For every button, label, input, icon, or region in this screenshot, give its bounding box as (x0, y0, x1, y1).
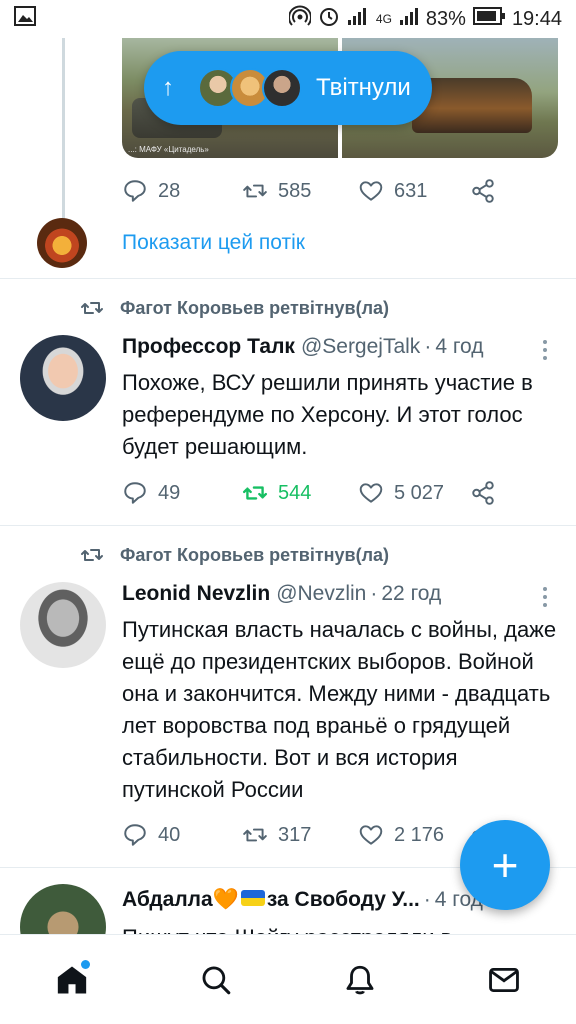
reply-icon (124, 180, 146, 202)
tweet-header: Абдалла 🧡 за Свободу У... · 4 год (122, 888, 483, 912)
retweet-count: 544 (278, 481, 312, 504)
reply-button[interactable]: 40 (122, 822, 242, 848)
nav-messages[interactable] (474, 950, 534, 1010)
battery-icon (472, 7, 505, 31)
like-icon (359, 483, 383, 503)
tweet-actions: 40 317 2 176 (122, 822, 496, 848)
show-thread-link[interactable]: Показати цей потік (122, 231, 305, 255)
heart-emoji: 🧡 (212, 888, 239, 911)
author-name[interactable]: Профессор Талк (122, 335, 295, 359)
notifications-icon (346, 965, 374, 994)
timeline-feed[interactable]: ...: МАФУ «Цитадель» ↑ Твітнули 28 585 6… (0, 38, 576, 934)
retweeted-by: Фагот Коровьев ретвітнув(ла) (80, 296, 389, 320)
alarm-icon (318, 5, 340, 33)
reply-button[interactable]: 49 (122, 480, 242, 506)
author-handle[interactable]: @SergejTalk (301, 335, 420, 359)
wifi-hotspot-icon (287, 5, 312, 33)
status-bar: 4G 83% 19:44 (0, 0, 576, 38)
arrow-up-icon: ↑ (162, 74, 174, 101)
author-name[interactable]: Leonid Nevzlin (122, 582, 270, 606)
bottom-navigation (0, 934, 576, 1024)
retweet-count: 585 (278, 179, 312, 202)
tweet-actions: 28 585 631 (122, 178, 496, 204)
tweet-actions: 49 544 5 027 (122, 480, 496, 506)
like-button[interactable]: 2 176 (358, 822, 470, 848)
like-icon (359, 825, 383, 845)
author-handle[interactable]: @Nevzlin (276, 582, 366, 606)
avatar[interactable] (20, 884, 106, 934)
separator-dot: · (370, 582, 378, 605)
media-caption: ...: МАФУ «Цитадель» (128, 145, 209, 154)
separator-dot: · (424, 335, 432, 358)
reply-count: 28 (158, 179, 181, 202)
signal-icon (399, 6, 419, 32)
share-icon (472, 481, 494, 505)
signal-icon (347, 6, 369, 32)
tweet[interactable]: Фагот Коровьев ретвітнув(ла) Leonid Nevz… (0, 526, 576, 866)
retweet-icon (81, 549, 103, 561)
reply-icon (124, 824, 146, 846)
retweeted-by-label: Фагот Коровьев ретвітнув(ла) (120, 297, 390, 318)
avatar (262, 68, 302, 108)
tweet-header: Leonid Nevzlin @Nevzlin · 22 год (122, 582, 441, 606)
retweet-icon (242, 486, 268, 500)
reply-button[interactable]: 28 (122, 178, 242, 204)
retweeted-by-label: Фагот Коровьев ретвітнув(ла) (120, 544, 390, 565)
author-name[interactable]: Абдалла (122, 888, 213, 912)
retweeted-by: Фагот Коровьев ретвітнув(ла) (80, 543, 389, 567)
retweet-button[interactable]: 585 (242, 178, 358, 204)
reply-icon (124, 482, 146, 504)
network-type: 4G (375, 12, 392, 26)
thread-connector-line (62, 38, 65, 218)
new-content-dot (81, 959, 90, 969)
retweet-button[interactable]: 544 (242, 480, 358, 506)
messages-icon (489, 967, 519, 992)
pill-avatars (198, 68, 302, 108)
tweet-header: Профессор Талк @SergejTalk · 4 год (122, 335, 484, 359)
retweet-icon (81, 302, 103, 314)
like-count: 2 176 (394, 823, 445, 846)
retweet-icon (243, 184, 267, 198)
share-icon (472, 179, 494, 203)
battery-percent: 83% (425, 7, 466, 30)
more-options-icon[interactable] (542, 587, 548, 607)
share-button[interactable] (470, 480, 496, 506)
avatar[interactable] (37, 218, 87, 268)
clock: 19:44 (511, 7, 562, 30)
plus-icon: + (491, 839, 519, 891)
like-button[interactable]: 631 (358, 178, 470, 204)
search-icon (202, 966, 231, 994)
more-options-icon[interactable] (542, 340, 548, 360)
like-count: 5 027 (394, 481, 445, 504)
share-button[interactable] (470, 178, 496, 204)
image-icon (14, 6, 36, 32)
separator-dot: · (423, 888, 431, 911)
twitter-app-screen: 4G 83% 19:44 ...: МАФУ «Цитадель» ↑ Твіт… (0, 0, 576, 1024)
tweet-text: Путинская власть началась с войны, даже … (122, 617, 557, 802)
avatar[interactable] (20, 582, 106, 668)
like-count: 631 (394, 179, 428, 202)
ukraine-flag-icon (240, 890, 265, 906)
retweet-count: 317 (278, 823, 312, 846)
tweet-text: Пишут что Шойгу расстреляли в (122, 922, 558, 934)
tweet-text: Похоже, ВСУ решили принять участие в реф… (122, 370, 533, 459)
tweet[interactable]: Фагот Коровьев ретвітнув(ла) Профессор Т… (0, 279, 576, 525)
new-tweets-pill-label: Твітнули (316, 74, 411, 101)
like-button[interactable]: 5 027 (358, 480, 470, 506)
nav-notifications[interactable] (330, 950, 390, 1010)
new-tweets-pill[interactable]: ↑ Твітнули (144, 51, 432, 125)
tweet-time[interactable]: 22 год (381, 582, 441, 606)
nav-home[interactable] (42, 950, 102, 1010)
retweet-button[interactable]: 317 (242, 822, 358, 848)
compose-tweet-button[interactable]: + (460, 820, 550, 910)
avatar[interactable] (20, 335, 106, 421)
retweet-icon (243, 828, 267, 842)
author-name-suffix: за Свободу У... (266, 888, 420, 911)
reply-count: 49 (158, 481, 181, 504)
tweet-time[interactable]: 4 год (435, 335, 483, 359)
like-icon (359, 181, 383, 201)
reply-count: 40 (158, 823, 181, 846)
nav-search[interactable] (186, 950, 246, 1010)
